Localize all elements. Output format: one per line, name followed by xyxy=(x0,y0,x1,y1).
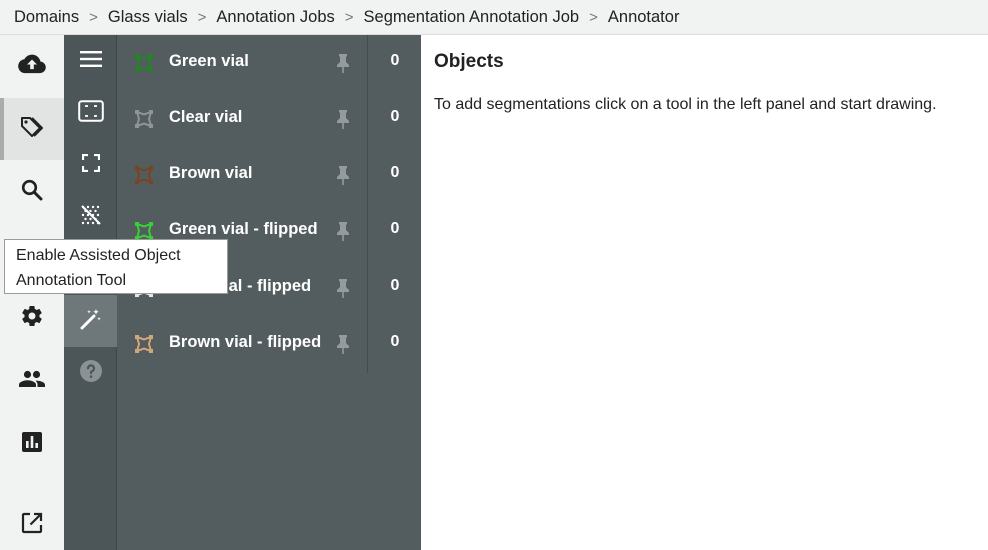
magic-wand-icon xyxy=(80,308,102,335)
objects-panel: Objects To add segmentations click on a … xyxy=(421,35,988,550)
nav-settings[interactable] xyxy=(0,287,64,349)
pin-icon[interactable] xyxy=(336,278,350,303)
breadcrumb-glass-vials[interactable]: Glass vials xyxy=(108,8,188,27)
pin-icon[interactable] xyxy=(336,165,350,190)
label-row[interactable]: Brown vial 0 xyxy=(117,147,421,203)
bounding-box-tool[interactable] xyxy=(64,87,117,139)
nav-open-external[interactable] xyxy=(0,494,64,550)
fullscreen-select-icon xyxy=(81,153,100,177)
brush-tool[interactable] xyxy=(64,191,117,243)
label-row[interactable]: Green vial 0 xyxy=(117,35,421,91)
label-row[interactable]: Brown vial - flipped 0 xyxy=(117,316,421,372)
label-count: 0 xyxy=(390,52,400,69)
assisted-annotation-tool[interactable] xyxy=(64,295,117,347)
bounding-box-icon xyxy=(77,99,104,127)
breadcrumb-separator: > xyxy=(344,8,354,26)
label-count: 0 xyxy=(390,108,400,125)
pin-icon[interactable] xyxy=(336,221,350,246)
nav-statistics[interactable] xyxy=(0,413,64,475)
tool-tooltip: Enable Assisted Object Annotation Tool xyxy=(4,239,228,294)
label-count: 0 xyxy=(390,333,400,350)
open-external-icon xyxy=(21,512,43,539)
label-name: Brown vial - flipped xyxy=(169,333,322,351)
label-count: 0 xyxy=(390,220,400,237)
pin-icon[interactable] xyxy=(336,109,350,134)
people-icon xyxy=(19,370,45,393)
tag-icon xyxy=(20,116,44,143)
breadcrumb-separator: > xyxy=(89,8,98,26)
tooltip-line-2: Annotation Tool xyxy=(16,272,127,289)
label-name: Green vial - flipped xyxy=(169,220,318,238)
nav-users[interactable] xyxy=(0,350,64,412)
objects-hint: To add segmentations click on a tool in … xyxy=(434,96,937,113)
label-count: 0 xyxy=(390,277,400,294)
breadcrumb-annotator: Annotator xyxy=(607,7,680,26)
menu-icon xyxy=(79,50,102,72)
breadcrumb-domains[interactable]: Domains xyxy=(14,8,79,27)
nav-upload[interactable] xyxy=(0,35,64,97)
polygon-icon xyxy=(134,53,154,78)
bar-chart-icon xyxy=(21,431,43,458)
settings-icon xyxy=(20,304,44,333)
breadcrumb-separator: > xyxy=(589,8,598,26)
label-row[interactable]: Clear vial 0 xyxy=(117,91,421,147)
breadcrumb-annotation-jobs[interactable]: Annotation Jobs xyxy=(216,8,334,27)
nav-labels[interactable] xyxy=(0,98,64,160)
polygon-icon xyxy=(134,109,154,134)
polygon-icon xyxy=(134,334,154,359)
menu-button[interactable] xyxy=(64,35,117,87)
dotted-brush-icon xyxy=(80,204,102,231)
cloud-upload-icon xyxy=(18,53,46,80)
tooltip-line-1: Enable Assisted Object xyxy=(16,247,181,264)
label-name: Clear vial xyxy=(169,108,243,126)
nav-search[interactable] xyxy=(0,161,64,223)
breadcrumb-separator: > xyxy=(197,8,207,26)
region-select-tool[interactable] xyxy=(64,139,117,191)
polygon-icon xyxy=(134,165,154,190)
label-name: Brown vial xyxy=(169,164,253,182)
objects-title: Objects xyxy=(434,51,504,72)
label-count: 0 xyxy=(390,164,400,181)
search-icon xyxy=(21,179,43,206)
help-icon xyxy=(79,359,102,387)
breadcrumb: Domains > Glass vials > Annotation Jobs … xyxy=(0,0,988,35)
pin-icon[interactable] xyxy=(336,53,350,78)
help-button[interactable] xyxy=(64,347,117,399)
label-name: Green vial xyxy=(169,52,249,70)
breadcrumb-segmentation-job[interactable]: Segmentation Annotation Job xyxy=(364,8,580,27)
pin-icon[interactable] xyxy=(336,334,350,359)
